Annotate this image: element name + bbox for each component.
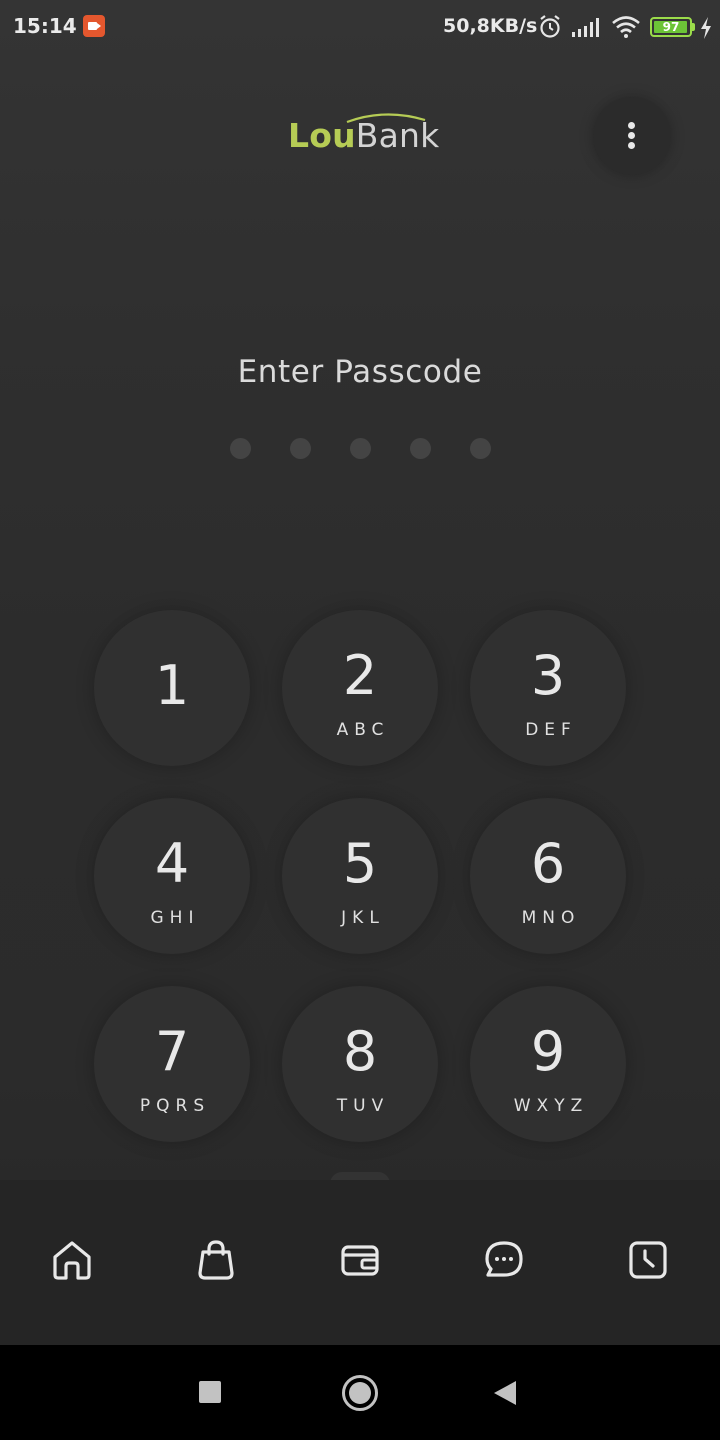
network-speed: 50,8KB/s bbox=[443, 15, 538, 37]
battery-icon: 97 bbox=[650, 17, 692, 37]
passcode-dot bbox=[410, 438, 431, 459]
passcode-screen: 15:14 50,8KB/s 97 LouBank Enter Passcode… bbox=[0, 0, 720, 1345]
passcode-dot bbox=[230, 438, 251, 459]
passcode-dots bbox=[0, 438, 720, 460]
key-digit: 7 bbox=[154, 1020, 190, 1083]
key-letters: JKL bbox=[341, 908, 385, 928]
key-4[interactable]: 4 GHI bbox=[94, 798, 250, 954]
screen-record-icon bbox=[83, 15, 105, 37]
key-letters: DEF bbox=[525, 720, 577, 740]
home-button-icon[interactable] bbox=[342, 1375, 378, 1411]
passcode-prompt: Enter Passcode bbox=[237, 354, 483, 390]
status-bar: 15:14 50,8KB/s 97 bbox=[0, 0, 720, 56]
shopping-bag-icon[interactable] bbox=[194, 1238, 238, 1282]
bottom-nav bbox=[0, 1180, 720, 1345]
wifi-icon bbox=[612, 16, 640, 38]
key-letters: TUV bbox=[336, 1096, 390, 1116]
battery-level: 97 bbox=[662, 20, 680, 34]
key-letters: PQRS bbox=[139, 1096, 211, 1116]
battery-tip bbox=[692, 23, 695, 31]
key-digit: 5 bbox=[342, 832, 378, 895]
key-letters: WXYZ bbox=[513, 1096, 589, 1116]
key-letters: GHI bbox=[150, 908, 200, 928]
home-icon[interactable] bbox=[50, 1238, 94, 1282]
recents-icon[interactable] bbox=[199, 1381, 221, 1403]
more-options-button[interactable] bbox=[593, 97, 671, 175]
back-icon[interactable] bbox=[494, 1381, 516, 1405]
key-3[interactable]: 3 DEF bbox=[470, 610, 626, 766]
key-5[interactable]: 5 JKL bbox=[282, 798, 438, 954]
charging-icon bbox=[701, 17, 711, 39]
key-6[interactable]: 6 MNO bbox=[470, 798, 626, 954]
key-letters: MNO bbox=[521, 908, 581, 928]
passcode-dot bbox=[470, 438, 491, 459]
alarm-icon bbox=[540, 15, 560, 38]
system-nav-bar bbox=[0, 1345, 720, 1440]
key-digit: 3 bbox=[530, 644, 566, 707]
passcode-dot bbox=[350, 438, 371, 459]
key-digit: 9 bbox=[530, 1020, 566, 1083]
chat-icon[interactable] bbox=[482, 1238, 526, 1282]
key-letters: ABC bbox=[336, 720, 390, 740]
key-8[interactable]: 8 TUV bbox=[282, 986, 438, 1142]
key-digit: 6 bbox=[530, 832, 566, 895]
key-digit: 1 bbox=[154, 654, 190, 717]
signal-icon bbox=[572, 18, 599, 37]
key-digit: 2 bbox=[342, 644, 378, 707]
key-2[interactable]: 2 ABC bbox=[282, 610, 438, 766]
key-7[interactable]: 7 PQRS bbox=[94, 986, 250, 1142]
key-digit: 8 bbox=[342, 1020, 378, 1083]
key-9[interactable]: 9 WXYZ bbox=[470, 986, 626, 1142]
logo-arc-icon bbox=[346, 113, 426, 124]
wallet-icon[interactable] bbox=[338, 1238, 382, 1282]
key-digit: 4 bbox=[154, 832, 190, 895]
passcode-dot bbox=[290, 438, 311, 459]
history-clock-icon[interactable] bbox=[626, 1238, 670, 1282]
key-1[interactable]: 1 bbox=[94, 610, 250, 766]
status-time: 15:14 bbox=[13, 14, 77, 38]
